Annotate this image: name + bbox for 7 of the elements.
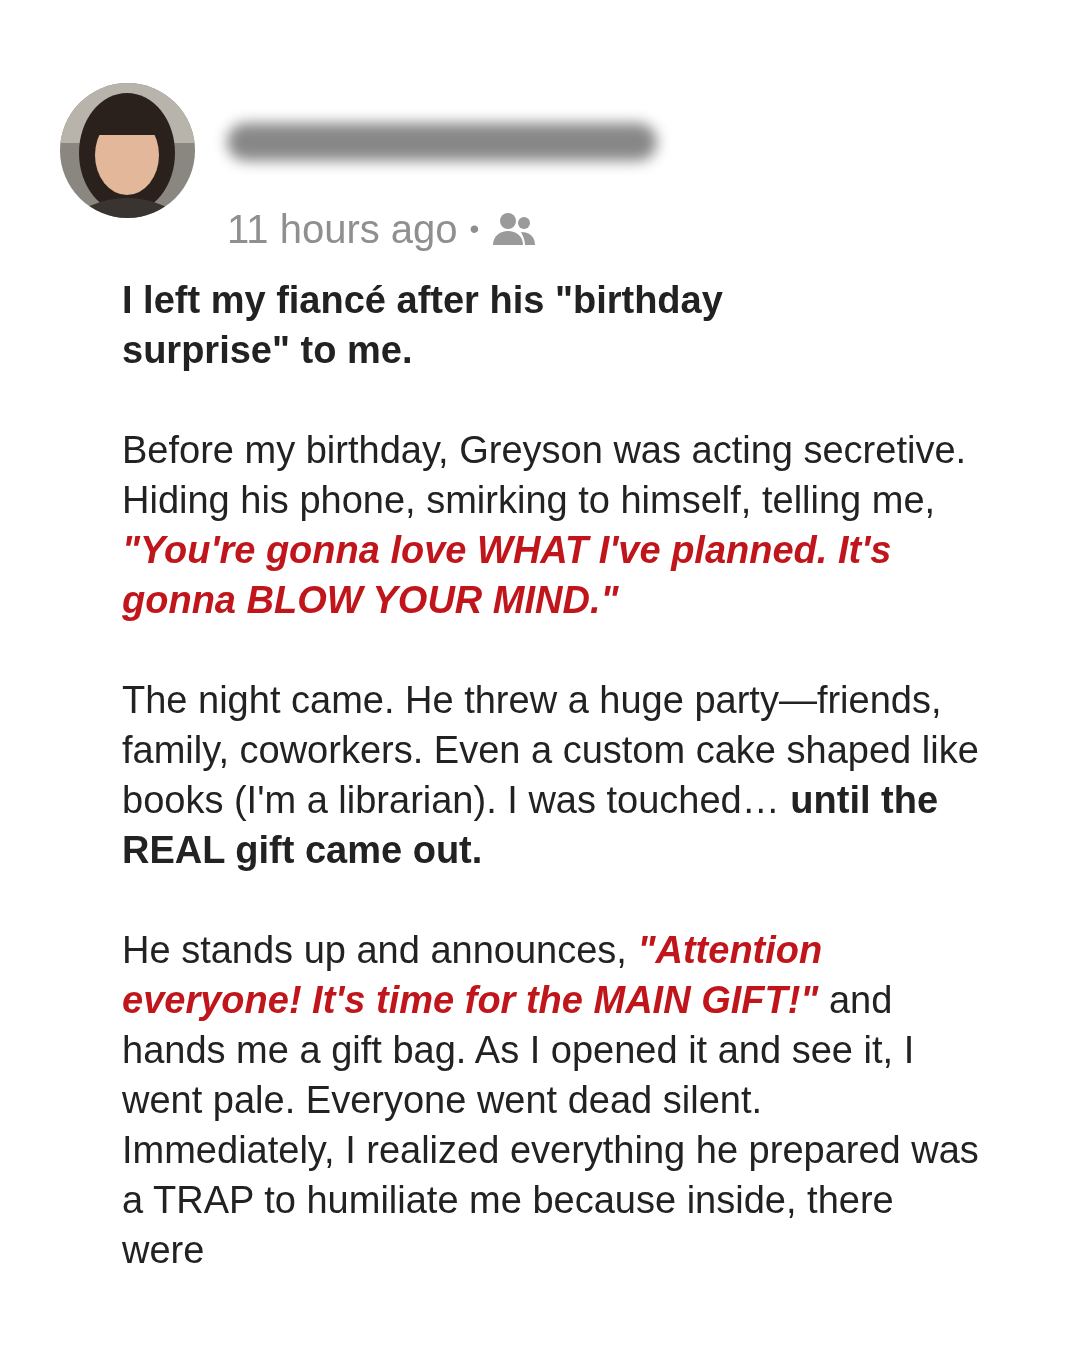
separator-dot: • <box>469 212 480 246</box>
post-title: I left my fiancé after his "birthday surprise" to me. <box>122 278 724 373</box>
post-paragraph: The night came. He threw a huge party—friends, family, coworkers. Even a custom cake shaped like books (I'm a librarian). I was touched… until the REAL gift came out. <box>122 678 980 873</box>
people-icon <box>491 211 538 247</box>
post-paragraph: Before my birthday, Greyson was acting secretive. Hiding his phone, smirking to himself, telling me, "You're gonna love WHAT I've planned. It's gonna BLOW YOUR MIND." <box>122 428 968 623</box>
post-paragraph: He stands up and announces, "Attention everyone! It's time for the MAIN GIFT!" and hands me a gift bag. As I opened it and see it, I went pale. Everyone went dead silent. Immediately, I realized everything he prepared was a TRAP to humiliate me because inside, there were <box>122 928 980 1273</box>
post-time: 11 hours ago <box>227 206 458 253</box>
